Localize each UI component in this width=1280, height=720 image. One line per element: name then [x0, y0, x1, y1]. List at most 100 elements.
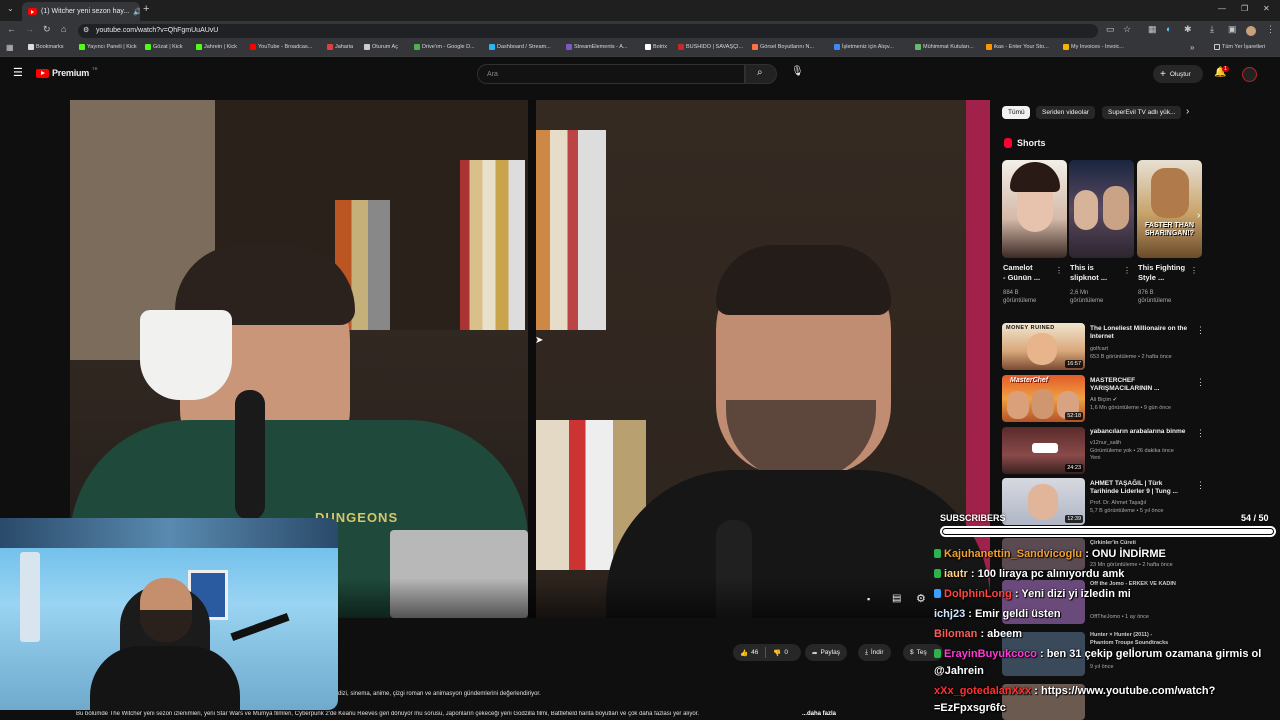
search-input[interactable]: Ara: [477, 64, 745, 84]
chips-next-arrow-icon[interactable]: ›: [1186, 106, 1189, 117]
autoplay-toggle-icon[interactable]: ▪: [867, 594, 870, 604]
bookmark-favicon-icon: [566, 44, 572, 50]
window-close-icon[interactable]: ✕: [1263, 4, 1270, 13]
video-thumbnail-2[interactable]: MasterChef 52:18: [1002, 375, 1085, 422]
video-1-title[interactable]: The Loneliest Millionaire on the Internet: [1090, 325, 1190, 341]
chat-message: iautr : 100 liraya pc alınıyordu amk: [934, 568, 1124, 580]
bookmark-item[interactable]: Yayıncı Paneli | Kick: [79, 44, 137, 50]
dislike-count[interactable]: 0: [784, 649, 788, 656]
menu-kebab-icon[interactable]: ⋮: [1266, 24, 1275, 35]
short-1-title[interactable]: Camelot - Günün ...: [1003, 263, 1061, 283]
bookmark-favicon-icon: [250, 44, 256, 50]
settings-gear-icon[interactable]: ⚙: [916, 592, 926, 605]
video-thumbnail-4[interactable]: 12:39: [1002, 478, 1085, 525]
url-field[interactable]: ⚙ youtube.com/watch?v=QhFgmUuAUvU: [78, 24, 1098, 38]
new-tab-icon[interactable]: +: [143, 3, 149, 15]
like-count[interactable]: 46: [751, 649, 758, 656]
bookmark-item[interactable]: My Invoices - Invoic...: [1063, 44, 1124, 50]
create-button[interactable]: + Oluştur: [1153, 65, 1203, 83]
video-2-menu-icon[interactable]: ⋮: [1196, 377, 1205, 388]
video-7-title[interactable]: Hunter × Hunter (2011) - Phantom Troupe S…: [1090, 632, 1200, 647]
video-3-title[interactable]: yabancıların arabalarına binme: [1090, 428, 1190, 436]
extensions-puzzle-icon[interactable]: ✱: [1184, 24, 1192, 35]
youtube-premium-logo[interactable]: Premium TR: [36, 66, 97, 78]
bookmark-item[interactable]: StreamElements - A...: [566, 44, 628, 50]
hamburger-menu-icon[interactable]: ☰: [13, 66, 23, 79]
bookmark-item[interactable]: Botrix: [645, 44, 667, 50]
apps-grid-icon[interactable]: ▦: [6, 43, 14, 52]
more-bookmarks-icon[interactable]: »: [1190, 43, 1194, 52]
cast-icon[interactable]: ▭: [1106, 24, 1115, 35]
short-thumbnail-1[interactable]: [1002, 160, 1067, 258]
bookmark-item[interactable]: Dashboard / Stream...: [489, 44, 551, 50]
short-2-title[interactable]: This is slipknot ...: [1070, 263, 1128, 283]
short-3-views: 876 B görüntüleme: [1138, 289, 1171, 305]
extension-icon[interactable]: ▦: [1148, 24, 1157, 35]
video-2-title[interactable]: MASTERCHEF YARIŞMACILARININ ...: [1090, 377, 1190, 393]
speaker-icon[interactable]: 🔊: [133, 8, 140, 16]
video-4-title[interactable]: AHMET TAŞAĞIL | Türk Tarihinde Liderler 9…: [1090, 480, 1190, 496]
shorts-next-icon[interactable]: ›: [1197, 210, 1200, 221]
site-info-icon[interactable]: ⚙: [83, 24, 89, 38]
search-button[interactable]: ⌕: [745, 64, 777, 84]
reload-icon[interactable]: ↻: [43, 24, 51, 35]
profile-avatar[interactable]: [1246, 26, 1256, 36]
sidebar-icon[interactable]: ▣: [1228, 24, 1237, 35]
chat-message: ichj23 : Emir geldi üsten: [934, 608, 1061, 620]
short-thumbnail-3[interactable]: FASTER THAN SHARINGAN!?: [1137, 160, 1202, 258]
chat-badge-icon: [934, 649, 941, 658]
bookmark-item[interactable]: Jaharia: [327, 44, 353, 50]
bookmark-item[interactable]: Oturum Aç: [364, 44, 398, 50]
maximize-icon[interactable]: ❐: [1241, 4, 1248, 13]
short-2-menu-icon[interactable]: ⋮: [1123, 266, 1131, 275]
download-button[interactable]: ⤓ İndir: [858, 644, 891, 661]
share-button[interactable]: ➦ Paylaş: [805, 644, 847, 661]
download-label: İndir: [870, 649, 884, 656]
person-right-hair: [716, 245, 891, 315]
account-avatar[interactable]: [1242, 67, 1257, 82]
extension-icon-2[interactable]: ◐: [1166, 24, 1171, 34]
short-thumbnail-2[interactable]: [1069, 160, 1134, 258]
active-tab[interactable]: (1) Witcher yeni sezon hay... 🔊 ✕: [22, 2, 140, 21]
video-5-title[interactable]: Çirkinler'in Cüreti: [1090, 540, 1200, 548]
short-3-menu-icon[interactable]: ⋮: [1190, 266, 1198, 275]
back-icon[interactable]: ←: [7, 24, 16, 34]
bookmark-item[interactable]: YouTube - Broadcas...: [250, 44, 312, 50]
chat-username: iautr: [944, 568, 968, 580]
video-4-meta: Prof. Dr. Ahmet Taşağıl 5,7 B görüntüleme…: [1090, 500, 1200, 515]
chat-message: ErayinBuyukcoco : ben 31 çekip gelİorum …: [934, 648, 1261, 660]
filter-chip[interactable]: SuperEvil TV adlı yük...: [1102, 106, 1182, 119]
all-bookmarks-link[interactable]: Tüm Yer İşaretleri: [1214, 44, 1265, 50]
video-thumbnail-1[interactable]: MONEY RUINED 16:57: [1002, 323, 1085, 370]
bookmark-item[interactable]: Gözat | Kick: [145, 44, 183, 50]
bookmark-item[interactable]: Görsel Boyutlarını N...: [752, 44, 814, 50]
video-3-menu-icon[interactable]: ⋮: [1196, 428, 1205, 439]
subtitles-icon[interactable]: ▤: [892, 593, 901, 604]
bookmark-item[interactable]: Drive'ım - Google D...: [414, 44, 475, 50]
filter-chip[interactable]: Tümü: [1002, 106, 1030, 119]
bookmark-item[interactable]: Mühimmat Kutuları...: [915, 44, 974, 50]
bookmark-item[interactable]: BUSHIDO | SAVAŞÇI...: [678, 44, 743, 50]
filter-chip[interactable]: Seriden videolar: [1036, 106, 1095, 119]
bookmark-item[interactable]: Bookmarks: [28, 44, 64, 50]
bookmark-item[interactable]: Jahrein | Kick: [196, 44, 237, 50]
bookmark-favicon-icon: [145, 44, 151, 50]
microphone-icon[interactable]: 🎙: [791, 66, 804, 77]
like-icon[interactable]: 👍: [740, 649, 748, 657]
video-1-menu-icon[interactable]: ⋮: [1196, 325, 1205, 336]
show-more-link[interactable]: ...daha fazla: [802, 711, 836, 717]
forward-icon[interactable]: →: [25, 24, 34, 34]
download-icon[interactable]: ⤓: [1210, 24, 1214, 35]
bookmark-item[interactable]: İşletmeniz için Alışv...: [834, 44, 894, 50]
video-4-menu-icon[interactable]: ⋮: [1196, 480, 1205, 491]
minimize-icon[interactable]: —: [1218, 4, 1226, 13]
figure-shelf: [0, 518, 338, 548]
bookmark-label: Görsel Boyutlarını N...: [760, 44, 815, 50]
short-1-menu-icon[interactable]: ⋮: [1055, 266, 1063, 275]
home-icon[interactable]: ⌂: [61, 24, 66, 34]
dislike-icon[interactable]: 👎: [773, 649, 781, 657]
bookmark-item[interactable]: ikas - Enter Your Sto...: [986, 44, 1049, 50]
bookmark-star-icon[interactable]: ☆: [1123, 24, 1131, 35]
video-thumbnail-3[interactable]: 24:23: [1002, 427, 1085, 474]
tab-search-icon[interactable]: ⌄: [7, 4, 14, 13]
